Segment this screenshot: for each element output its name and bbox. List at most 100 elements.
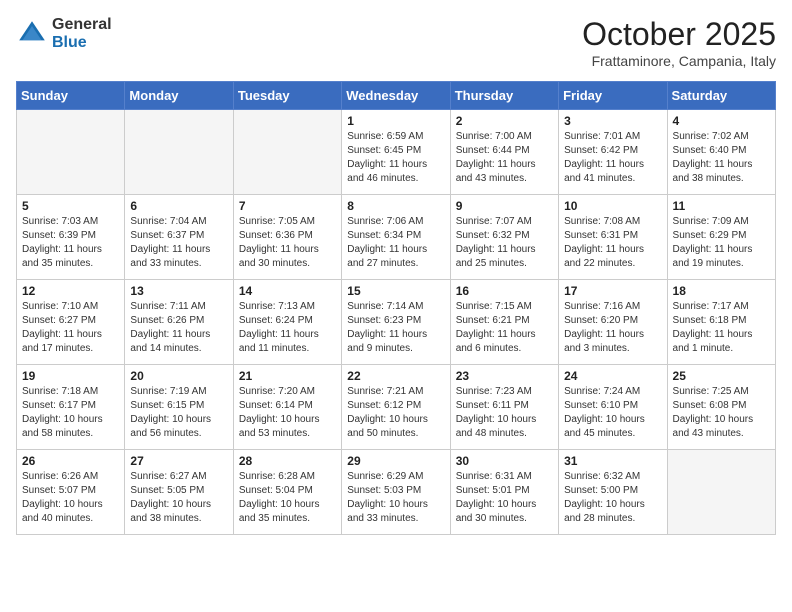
day-number: 22 — [347, 369, 444, 383]
day-number: 5 — [22, 199, 119, 213]
calendar-cell: 10 Sunrise: 7:08 AM Sunset: 6:31 PM Dayli… — [559, 195, 667, 280]
day-info: Sunrise: 7:24 AM Sunset: 6:10 PM Dayligh… — [564, 385, 661, 441]
calendar-cell — [233, 110, 341, 195]
day-info: Sunrise: 7:07 AM Sunset: 6:32 PM Dayligh… — [456, 215, 553, 271]
day-info: Sunrise: 7:13 AM Sunset: 6:24 PM Dayligh… — [239, 300, 336, 356]
day-info: Sunrise: 7:25 AM Sunset: 6:08 PM Dayligh… — [673, 385, 770, 441]
day-info: Sunrise: 7:06 AM Sunset: 6:34 PM Dayligh… — [347, 215, 444, 271]
calendar-cell: 20 Sunrise: 7:19 AM Sunset: 6:15 PM Dayli… — [125, 365, 233, 450]
day-number: 15 — [347, 284, 444, 298]
calendar-cell: 27 Sunrise: 6:27 AM Sunset: 5:05 PM Dayli… — [125, 450, 233, 535]
week-row-3: 19 Sunrise: 7:18 AM Sunset: 6:17 PM Dayli… — [17, 365, 776, 450]
week-row-0: 1Sunrise: 6:59 AM Sunset: 6:45 PM Daylig… — [17, 110, 776, 195]
day-number: 2 — [456, 114, 553, 128]
day-info: Sunrise: 6:31 AM Sunset: 5:01 PM Dayligh… — [456, 470, 553, 526]
day-header-thursday: Thursday — [450, 82, 558, 110]
day-number: 19 — [22, 369, 119, 383]
logo-general-label: General — [52, 16, 112, 34]
day-number: 30 — [456, 454, 553, 468]
day-info: Sunrise: 6:59 AM Sunset: 6:45 PM Dayligh… — [347, 130, 444, 186]
day-number: 14 — [239, 284, 336, 298]
day-info: Sunrise: 7:00 AM Sunset: 6:44 PM Dayligh… — [456, 130, 553, 186]
day-number: 11 — [673, 199, 770, 213]
month-title: October 2025 — [582, 16, 776, 53]
calendar-cell: 6 Sunrise: 7:04 AM Sunset: 6:37 PM Daylig… — [125, 195, 233, 280]
day-info: Sunrise: 7:02 AM Sunset: 6:40 PM Dayligh… — [673, 130, 770, 186]
calendar-cell — [667, 450, 775, 535]
day-info: Sunrise: 7:03 AM Sunset: 6:39 PM Dayligh… — [22, 215, 119, 271]
day-number: 13 — [130, 284, 227, 298]
day-number: 12 — [22, 284, 119, 298]
calendar-cell: 24Sunrise: 7:24 AM Sunset: 6:10 PM Dayli… — [559, 365, 667, 450]
day-info: Sunrise: 7:20 AM Sunset: 6:14 PM Dayligh… — [239, 385, 336, 441]
day-info: Sunrise: 7:14 AM Sunset: 6:23 PM Dayligh… — [347, 300, 444, 356]
calendar-cell: 30 Sunrise: 6:31 AM Sunset: 5:01 PM Dayli… — [450, 450, 558, 535]
calendar-cell: 5 Sunrise: 7:03 AM Sunset: 6:39 PM Daylig… — [17, 195, 125, 280]
calendar-cell: 12Sunrise: 7:10 AM Sunset: 6:27 PM Dayli… — [17, 280, 125, 365]
calendar-cell: 7 Sunrise: 7:05 AM Sunset: 6:36 PM Daylig… — [233, 195, 341, 280]
calendar-cell — [125, 110, 233, 195]
day-info: Sunrise: 7:17 AM Sunset: 6:18 PM Dayligh… — [673, 300, 770, 356]
day-info: Sunrise: 6:27 AM Sunset: 5:05 PM Dayligh… — [130, 470, 227, 526]
calendar-cell: 1Sunrise: 6:59 AM Sunset: 6:45 PM Daylig… — [342, 110, 450, 195]
day-number: 20 — [130, 369, 227, 383]
day-number: 7 — [239, 199, 336, 213]
day-header-monday: Monday — [125, 82, 233, 110]
day-info: Sunrise: 7:21 AM Sunset: 6:12 PM Dayligh… — [347, 385, 444, 441]
day-info: Sunrise: 6:29 AM Sunset: 5:03 PM Dayligh… — [347, 470, 444, 526]
day-number: 10 — [564, 199, 661, 213]
day-number: 6 — [130, 199, 227, 213]
week-row-2: 12Sunrise: 7:10 AM Sunset: 6:27 PM Dayli… — [17, 280, 776, 365]
page-header: General Blue October 2025 Frattaminore, … — [16, 16, 776, 69]
calendar-cell: 13Sunrise: 7:11 AM Sunset: 6:26 PM Dayli… — [125, 280, 233, 365]
day-info: Sunrise: 7:01 AM Sunset: 6:42 PM Dayligh… — [564, 130, 661, 186]
day-number: 4 — [673, 114, 770, 128]
calendar-cell: 31 Sunrise: 6:32 AM Sunset: 5:00 PM Dayli… — [559, 450, 667, 535]
calendar-cell: 28Sunrise: 6:28 AM Sunset: 5:04 PM Dayli… — [233, 450, 341, 535]
calendar-cell: 16Sunrise: 7:15 AM Sunset: 6:21 PM Dayli… — [450, 280, 558, 365]
logo-icon — [16, 18, 48, 50]
calendar-cell: 14 Sunrise: 7:13 AM Sunset: 6:24 PM Dayli… — [233, 280, 341, 365]
calendar-cell: 29Sunrise: 6:29 AM Sunset: 5:03 PM Dayli… — [342, 450, 450, 535]
location-label: Frattaminore, Campania, Italy — [582, 53, 776, 69]
calendar-cell: 21Sunrise: 7:20 AM Sunset: 6:14 PM Dayli… — [233, 365, 341, 450]
logo-text: General Blue — [52, 16, 112, 51]
calendar-cell: 11 Sunrise: 7:09 AM Sunset: 6:29 PM Dayli… — [667, 195, 775, 280]
calendar-cell: 25 Sunrise: 7:25 AM Sunset: 6:08 PM Dayli… — [667, 365, 775, 450]
calendar-table: SundayMondayTuesdayWednesdayThursdayFrid… — [16, 81, 776, 535]
day-info: Sunrise: 6:26 AM Sunset: 5:07 PM Dayligh… — [22, 470, 119, 526]
day-number: 3 — [564, 114, 661, 128]
calendar-cell: 19 Sunrise: 7:18 AM Sunset: 6:17 PM Dayli… — [17, 365, 125, 450]
day-info: Sunrise: 7:04 AM Sunset: 6:37 PM Dayligh… — [130, 215, 227, 271]
calendar-cell: 26 Sunrise: 6:26 AM Sunset: 5:07 PM Dayli… — [17, 450, 125, 535]
calendar-cell: 23Sunrise: 7:23 AM Sunset: 6:11 PM Dayli… — [450, 365, 558, 450]
day-number: 25 — [673, 369, 770, 383]
calendar-cell: 15 Sunrise: 7:14 AM Sunset: 6:23 PM Dayli… — [342, 280, 450, 365]
calendar-cell: 3 Sunrise: 7:01 AM Sunset: 6:42 PM Daylig… — [559, 110, 667, 195]
day-info: Sunrise: 7:19 AM Sunset: 6:15 PM Dayligh… — [130, 385, 227, 441]
day-number: 26 — [22, 454, 119, 468]
day-info: Sunrise: 6:32 AM Sunset: 5:00 PM Dayligh… — [564, 470, 661, 526]
day-info: Sunrise: 7:08 AM Sunset: 6:31 PM Dayligh… — [564, 215, 661, 271]
day-number: 23 — [456, 369, 553, 383]
day-number: 17 — [564, 284, 661, 298]
logo-blue-label: Blue — [52, 34, 112, 52]
day-header-tuesday: Tuesday — [233, 82, 341, 110]
calendar-header-row: SundayMondayTuesdayWednesdayThursdayFrid… — [17, 82, 776, 110]
day-info: Sunrise: 7:18 AM Sunset: 6:17 PM Dayligh… — [22, 385, 119, 441]
day-info: Sunrise: 7:16 AM Sunset: 6:20 PM Dayligh… — [564, 300, 661, 356]
day-number: 31 — [564, 454, 661, 468]
day-header-friday: Friday — [559, 82, 667, 110]
day-number: 8 — [347, 199, 444, 213]
day-info: Sunrise: 6:28 AM Sunset: 5:04 PM Dayligh… — [239, 470, 336, 526]
calendar-cell: 17 Sunrise: 7:16 AM Sunset: 6:20 PM Dayli… — [559, 280, 667, 365]
logo: General Blue — [16, 16, 112, 51]
week-row-4: 26 Sunrise: 6:26 AM Sunset: 5:07 PM Dayli… — [17, 450, 776, 535]
day-header-sunday: Sunday — [17, 82, 125, 110]
day-number: 18 — [673, 284, 770, 298]
day-info: Sunrise: 7:05 AM Sunset: 6:36 PM Dayligh… — [239, 215, 336, 271]
calendar-cell — [17, 110, 125, 195]
week-row-1: 5 Sunrise: 7:03 AM Sunset: 6:39 PM Daylig… — [17, 195, 776, 280]
day-info: Sunrise: 7:09 AM Sunset: 6:29 PM Dayligh… — [673, 215, 770, 271]
day-number: 27 — [130, 454, 227, 468]
